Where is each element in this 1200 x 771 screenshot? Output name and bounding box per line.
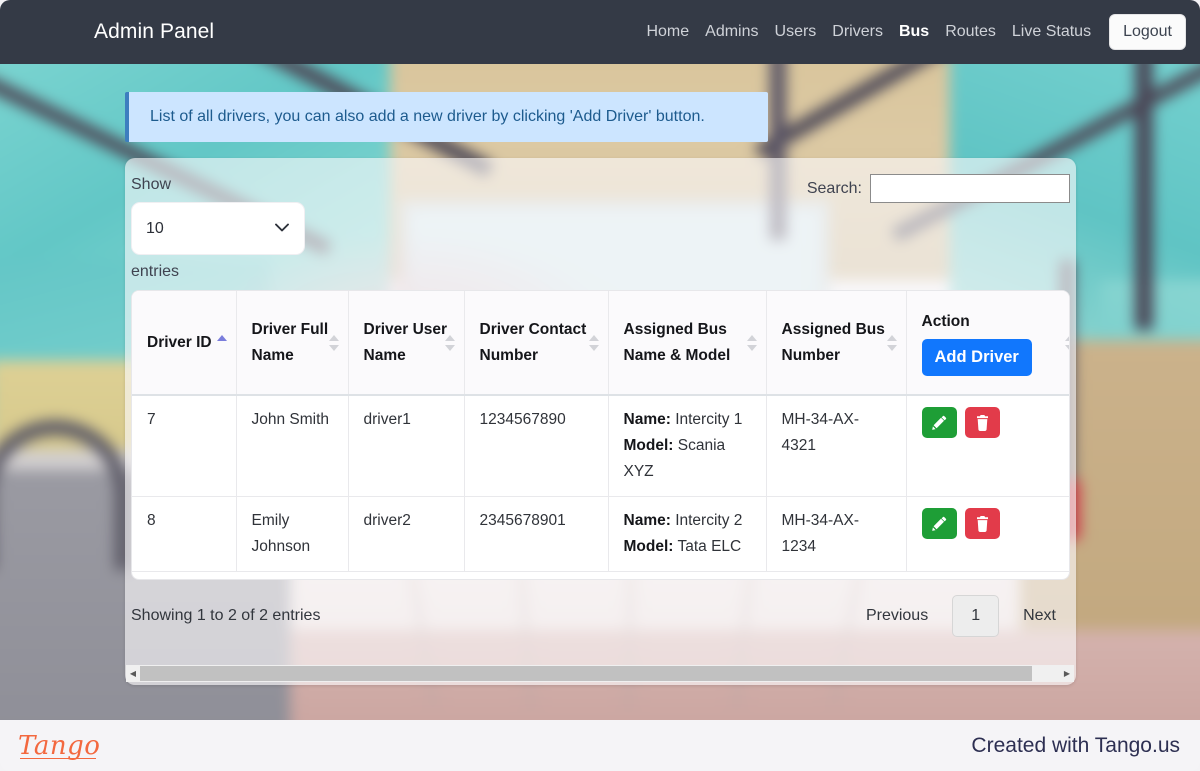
column-header-driver-contact-number[interactable]: Driver Contact Number (464, 291, 609, 396)
cell-user-name: driver1 (348, 395, 465, 498)
bus-name-key: Name: (623, 512, 671, 530)
nav-item-admins[interactable]: Admins (705, 23, 758, 41)
nav-item-live-status[interactable]: Live Status (1012, 23, 1091, 41)
column-header-driver-full-name[interactable]: Driver Full Name (236, 291, 349, 396)
cell-full-name: John Smith (236, 395, 349, 498)
pencil-icon (931, 415, 947, 431)
nav-item-drivers[interactable]: Drivers (832, 23, 883, 41)
pagination: Previous 1 Next (852, 595, 1070, 637)
info-alert: List of all drivers, you can also add a … (125, 92, 768, 142)
column-header-label: Driver ID (147, 333, 212, 351)
top-navbar: Admin Panel Home Admins Users Drivers Bu… (0, 0, 1200, 64)
cell-bus-number: MH-34-AX-1234 (766, 496, 907, 573)
tango-logo: Tango (18, 730, 101, 761)
nav-item-bus[interactable]: Bus (899, 23, 929, 41)
cell-bus-name-model: Name: Intercity 2 Model: Tata ELC (608, 496, 767, 573)
cell-contact: 2345678901 (464, 496, 609, 573)
cell-bus-name-model: Name: Intercity 1 Model: Scania XYZ (608, 395, 767, 498)
show-label: Show (131, 176, 172, 193)
sort-none-icon (444, 334, 455, 352)
scrollbar-thumb[interactable] (140, 666, 1033, 681)
entries-per-page-select[interactable]: 10 25 50 100 (131, 202, 305, 255)
column-header-label: Driver Full Name (251, 321, 329, 364)
trash-icon (975, 414, 990, 431)
cell-bus-number: MH-34-AX-4321 (766, 395, 907, 498)
cell-user-name: driver2 (348, 496, 465, 573)
bus-model-value: Tata ELC (677, 538, 742, 556)
column-header-driver-id[interactable]: Driver ID (132, 291, 237, 396)
nav-item-users[interactable]: Users (775, 23, 817, 41)
pagination-previous-button[interactable]: Previous (852, 597, 942, 635)
pencil-icon (931, 516, 947, 532)
table-info-text: Showing 1 to 2 of 2 entries (131, 607, 321, 624)
column-header-label: Assigned Bus Number (781, 321, 885, 364)
table-header-row: Driver ID Driver Full Name Driver User N… (132, 291, 1069, 396)
search-control: Search: (807, 174, 1070, 203)
trash-icon (975, 515, 990, 532)
add-driver-button[interactable]: Add Driver (921, 338, 1032, 376)
table-row: 8 Emily Johnson driver2 2345678901 Name:… (132, 496, 1069, 573)
nav-item-routes[interactable]: Routes (945, 23, 996, 41)
page-title: Admin Panel (94, 20, 215, 43)
delete-driver-button[interactable] (964, 508, 1000, 540)
length-control: Show 10 25 50 100 entries (131, 176, 431, 281)
entries-label: entries (131, 263, 180, 280)
tango-credit-text: Created with Tango.us (971, 733, 1180, 757)
sort-none-icon (746, 334, 757, 352)
bus-name-key: Name: (623, 411, 671, 428)
cell-actions (906, 395, 1069, 498)
edit-driver-button[interactable] (921, 508, 957, 540)
sort-ascending-icon (216, 334, 227, 352)
cell-contact: 1234567890 (464, 395, 609, 498)
scroll-left-arrow-icon[interactable]: ◀ (126, 665, 140, 682)
column-header-label: Action (921, 313, 970, 331)
pagination-page-1-button[interactable]: 1 (952, 595, 1000, 637)
drivers-table: Driver ID Driver Full Name Driver User N… (132, 291, 1069, 573)
cell-full-name: Emily Johnson (236, 496, 349, 573)
cell-driver-id: 7 (132, 395, 237, 498)
table-footer: Showing 1 to 2 of 2 entries Previous 1 N… (131, 588, 1070, 644)
search-label: Search: (806, 179, 862, 197)
table-scroll-container[interactable]: Driver ID Driver Full Name Driver User N… (131, 290, 1070, 580)
search-input[interactable] (870, 174, 1070, 203)
bus-model-key: Model: (623, 437, 674, 455)
cell-actions (906, 496, 1069, 573)
app-window: Admin Panel Home Admins Users Drivers Bu… (0, 0, 1200, 771)
column-header-assigned-bus-number[interactable]: Assigned Bus Number (766, 291, 907, 396)
logout-button[interactable]: Logout (1109, 14, 1186, 50)
column-header-action[interactable]: Action Add Driver (906, 291, 1069, 396)
nav-links: Home Admins Users Drivers Bus Routes Liv… (646, 14, 1186, 50)
cell-driver-id: 8 (132, 496, 237, 573)
column-header-label: Assigned Bus Name & Model (623, 321, 731, 364)
horizontal-scrollbar[interactable]: ◀ ▶ (126, 665, 1074, 682)
tango-footer: Tango Created with Tango.us (0, 720, 1200, 771)
drivers-card: Show 10 25 50 100 entries Search: (125, 158, 1076, 685)
sort-none-icon (886, 334, 897, 352)
sort-none-icon (1065, 334, 1069, 352)
sort-none-icon (588, 334, 599, 352)
column-header-assigned-bus-name-model[interactable]: Assigned Bus Name & Model (608, 291, 767, 396)
bus-name-value: Intercity 2 (675, 512, 743, 530)
column-header-label: Driver User Name (363, 321, 448, 364)
scrollbar-track[interactable] (140, 665, 1060, 682)
bus-model-key: Model: (623, 538, 674, 556)
bus-name-value: Intercity 1 (675, 411, 743, 428)
scroll-right-arrow-icon[interactable]: ▶ (1060, 665, 1074, 682)
column-header-label: Driver Contact Number (479, 321, 587, 364)
edit-driver-button[interactable] (921, 407, 957, 438)
column-header-driver-user-name[interactable]: Driver User Name (348, 291, 465, 396)
info-alert-text: List of all drivers, you can also add a … (150, 108, 705, 125)
delete-driver-button[interactable] (964, 407, 1000, 438)
sort-none-icon (328, 334, 339, 352)
table-row: 7 John Smith driver1 1234567890 Name: In… (132, 395, 1069, 498)
pagination-next-button[interactable]: Next (1009, 597, 1070, 635)
table-controls: Show 10 25 50 100 entries Search: (125, 158, 1076, 288)
nav-item-home[interactable]: Home (646, 23, 689, 41)
